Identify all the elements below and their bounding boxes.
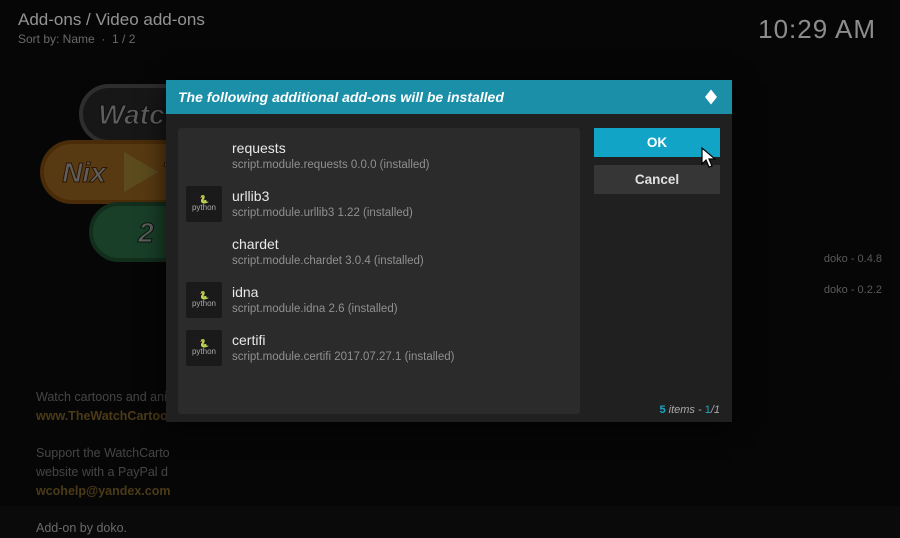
addon-subtitle: script.module.chardet 3.0.4 (installed) bbox=[232, 254, 424, 269]
addon-item[interactable]: 🐍python certifiscript.module.certifi 2017… bbox=[184, 324, 574, 372]
addon-item[interactable]: chardetscript.module.chardet 3.0.4 (inst… bbox=[184, 228, 574, 276]
python-icon: 🐍python bbox=[186, 186, 222, 222]
addon-name: idna bbox=[232, 283, 398, 301]
dialog-header: The following additional add-ons will be… bbox=[166, 80, 732, 114]
addon-item[interactable]: requestsscript.module.requests 0.0.0 (in… bbox=[184, 132, 574, 180]
addon-subtitle: script.module.certifi 2017.07.27.1 (inst… bbox=[232, 350, 454, 365]
dialog-title: The following additional add-ons will be… bbox=[178, 89, 702, 105]
addon-list[interactable]: requestsscript.module.requests 0.0.0 (in… bbox=[178, 128, 580, 414]
python-icon bbox=[186, 234, 222, 270]
addon-item[interactable]: 🐍python idnascript.module.idna 2.6 (insta… bbox=[184, 276, 574, 324]
pager: 5 items - 1/1 bbox=[659, 404, 720, 416]
kodi-icon bbox=[702, 88, 720, 106]
addon-subtitle: script.module.idna 2.6 (installed) bbox=[232, 302, 398, 317]
addon-item[interactable]: 🐍python urllib3script.module.urllib3 1.22… bbox=[184, 180, 574, 228]
ok-button[interactable]: OK bbox=[594, 128, 720, 157]
addon-name: urllib3 bbox=[232, 187, 413, 205]
python-icon bbox=[186, 138, 222, 174]
install-dialog: The following additional add-ons will be… bbox=[166, 80, 732, 422]
addon-subtitle: script.module.urllib3 1.22 (installed) bbox=[232, 206, 413, 221]
addon-name: requests bbox=[232, 139, 430, 157]
addon-subtitle: script.module.requests 0.0.0 (installed) bbox=[232, 158, 430, 173]
cancel-button[interactable]: Cancel bbox=[594, 165, 720, 194]
addon-name: certifi bbox=[232, 331, 454, 349]
addon-name: chardet bbox=[232, 235, 424, 253]
python-icon: 🐍python bbox=[186, 330, 222, 366]
python-icon: 🐍python bbox=[186, 282, 222, 318]
